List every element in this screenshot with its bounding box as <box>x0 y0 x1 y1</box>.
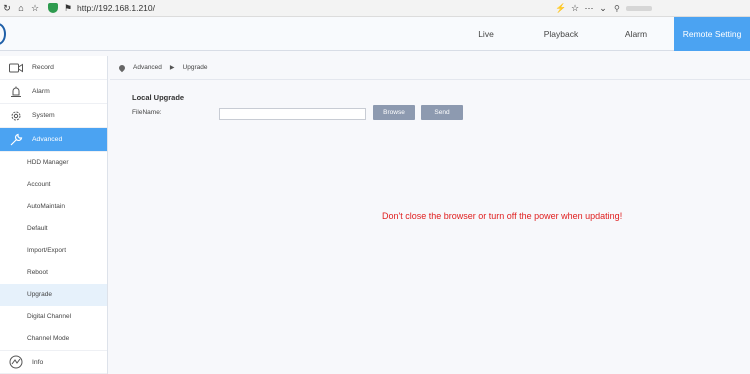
sidebar-item-label: Alarm <box>32 88 50 95</box>
sidebar-subitem-digital-channel[interactable]: Digital Channel <box>0 306 107 328</box>
sidebar-subitem-automaintain[interactable]: AutoMaintain <box>0 196 107 218</box>
breadcrumb-upgrade: Upgrade <box>182 64 208 71</box>
chart-icon <box>6 354 26 370</box>
address-bar[interactable]: http://192.168.1.210/ <box>77 3 155 13</box>
sidebar-subitem-channel-mode[interactable]: Channel Mode <box>0 328 107 350</box>
sidebar-subitem-default[interactable]: Default <box>0 218 107 240</box>
chevron-down-icon[interactable]: ⌄ <box>596 1 610 15</box>
bolt-icon[interactable]: ⚡ <box>554 1 568 15</box>
location-pin-icon <box>117 63 127 72</box>
sidebar-subitem-account[interactable]: Account <box>0 174 107 196</box>
site-info-icon[interactable]: ⚑ <box>61 1 75 15</box>
logo-icon <box>0 23 6 45</box>
sidebar-item-advanced[interactable]: Advanced <box>0 128 107 152</box>
sidebar-subitem-hdd-manager[interactable]: HDD Manager <box>0 152 107 174</box>
camera-icon <box>6 60 26 76</box>
sidebar-subitem-reboot[interactable]: Reboot <box>0 262 107 284</box>
sidebar-item-label: Advanced <box>32 136 63 143</box>
send-button[interactable]: Send <box>421 105 463 120</box>
sidebar-item-record[interactable]: Record <box>0 56 107 80</box>
more-icon[interactable]: ⋯ <box>582 1 596 15</box>
upgrade-warning: Don't close the browser or turn off the … <box>382 211 623 221</box>
sidebar-subitem-import-export[interactable]: Import/Export <box>0 240 107 262</box>
browser-search[interactable]: ⚲ <box>610 2 750 14</box>
sidebar-item-label: System <box>32 112 55 119</box>
home-icon[interactable]: ⌂ <box>14 1 28 15</box>
sidebar: Record Alarm System Advanced HDD Manager… <box>0 56 108 374</box>
breadcrumb-advanced[interactable]: Advanced <box>133 64 162 71</box>
nav-alarm[interactable]: Alarm <box>612 17 660 51</box>
sidebar-item-label: Record <box>32 64 54 71</box>
favorite-icon[interactable]: ☆ <box>568 1 582 15</box>
shield-icon <box>48 3 58 13</box>
sidebar-item-info[interactable]: Info <box>0 350 107 374</box>
breadcrumb: Advanced ▶ Upgrade <box>110 56 750 80</box>
star-icon[interactable]: ☆ <box>28 1 42 15</box>
browse-button[interactable]: Browse <box>373 105 415 120</box>
reload-icon[interactable]: ↻ <box>0 1 14 15</box>
sidebar-item-alarm[interactable]: Alarm <box>0 80 107 104</box>
filename-label: FileName: <box>132 109 162 116</box>
nav-live[interactable]: Live <box>460 17 512 51</box>
nav-playback[interactable]: Playback <box>535 17 587 51</box>
browser-toolbar: ↻ ⌂ ☆ ⚑ http://192.168.1.210/ ⚡ ☆ ⋯ ⌄ ⚲ <box>0 0 750 17</box>
breadcrumb-arrow-icon: ▶ <box>169 65 175 71</box>
gear-icon <box>6 108 26 124</box>
wrench-icon <box>6 132 26 148</box>
search-icon: ⚲ <box>614 3 620 13</box>
alarm-icon <box>6 84 26 100</box>
app-header: Live Playback Alarm Remote Setting <box>0 17 750 51</box>
filename-input[interactable] <box>219 108 366 120</box>
nav-remote-setting[interactable]: Remote Setting <box>674 17 750 51</box>
section-title: Local Upgrade <box>132 93 185 102</box>
sidebar-item-system[interactable]: System <box>0 104 107 128</box>
search-placeholder <box>625 5 652 11</box>
sidebar-subitem-upgrade[interactable]: Upgrade <box>0 284 107 306</box>
sidebar-item-label: Info <box>32 358 44 366</box>
